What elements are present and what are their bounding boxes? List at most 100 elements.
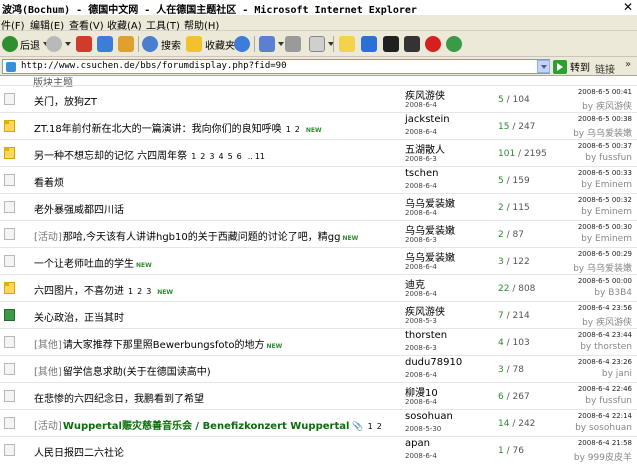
thread-title-link[interactable]: Wuppertal赈灾慈善音乐会 / Benefizkonzert Wupper… bbox=[63, 417, 350, 432]
thread-author[interactable]: apan bbox=[405, 438, 430, 449]
last-post-time[interactable]: 2008-6-5 00:33 bbox=[566, 169, 632, 177]
menu-view[interactable]: 查看(V) bbox=[69, 17, 104, 32]
edit-with-word-button[interactable] bbox=[309, 35, 334, 53]
refresh-button[interactable] bbox=[97, 35, 113, 53]
last-post-time[interactable]: 2008-6-5 00:00 bbox=[566, 277, 632, 285]
last-post-author[interactable]: by fussfun bbox=[546, 153, 632, 163]
forward-button[interactable] bbox=[46, 35, 71, 53]
thread-author[interactable]: 疾风游侠 bbox=[405, 87, 445, 102]
page-link[interactable]: 1 bbox=[191, 152, 196, 161]
thread-category[interactable]: [活动] bbox=[34, 417, 62, 432]
qq-button[interactable] bbox=[361, 35, 377, 53]
search-button[interactable]: 搜索 bbox=[142, 35, 181, 53]
thread-category[interactable]: [其他] bbox=[34, 363, 62, 378]
thread-title-link[interactable]: 那哈,今天该有人讲讲hgb10的关于西藏问题的讨论了吧，精gg bbox=[63, 228, 341, 243]
last-post-author[interactable]: by thorsten bbox=[546, 342, 632, 352]
go-button[interactable]: 转到 bbox=[553, 59, 590, 74]
last-post-time[interactable]: 2008-6-5 00:29 bbox=[566, 250, 632, 258]
thread-title-link[interactable]: 六四图片，不喜勿进 bbox=[34, 282, 124, 297]
thread-author[interactable]: 乌乌爱装嫩 bbox=[405, 195, 455, 210]
home-button[interactable] bbox=[118, 35, 134, 53]
thread-author[interactable]: thorsten bbox=[405, 330, 447, 341]
menu-edit[interactable]: 编辑(E) bbox=[30, 17, 64, 32]
menu-file[interactable]: 件(F) bbox=[1, 17, 25, 32]
favorites-button[interactable]: 收藏夹 bbox=[186, 35, 235, 53]
address-dropdown-button[interactable] bbox=[537, 60, 550, 73]
last-post-time[interactable]: 2008-6-5 00:41 bbox=[566, 88, 632, 96]
last-post-author[interactable]: by 疾风游侠 bbox=[546, 99, 632, 112]
last-post-author[interactable]: by Eminem bbox=[546, 207, 632, 217]
last-post-author[interactable]: by jani bbox=[546, 369, 632, 379]
menu-favorites[interactable]: 收藏(A) bbox=[107, 17, 142, 32]
thread-title-link[interactable]: 留学信息求助(关于在德国读高中) bbox=[63, 363, 211, 378]
edit-tool-button[interactable] bbox=[404, 35, 420, 53]
address-input[interactable]: http://www.csuchen.de/bbs/forumdisplay.p… bbox=[2, 59, 550, 74]
thread-title-link[interactable]: 在悲惨的六四纪念日，我鹏看到了希望 bbox=[34, 390, 204, 405]
menu-tools[interactable]: 工具(T) bbox=[146, 17, 180, 32]
links-label[interactable]: 链接 bbox=[595, 61, 615, 76]
menu-help[interactable]: 帮助(H) bbox=[184, 17, 219, 32]
page-link[interactable]: 2 bbox=[137, 287, 142, 296]
k-tool-button[interactable] bbox=[383, 35, 399, 53]
thread-author[interactable]: dudu78910 bbox=[405, 357, 462, 368]
page-link[interactable]: 2 bbox=[295, 125, 300, 134]
last-post-author[interactable]: by Eminem bbox=[546, 180, 632, 190]
thread-title-link[interactable]: 关门，放狗ZT bbox=[34, 93, 97, 108]
thread-title-link[interactable]: 老外暴强威都四川话 bbox=[34, 201, 124, 216]
thread-title-link[interactable]: 请大家推荐下那里照Bewerbungsfoto的地方 bbox=[63, 336, 265, 351]
last-post-author[interactable]: by B3B4 bbox=[546, 288, 632, 298]
thread-author[interactable]: 柳漫10 bbox=[405, 384, 438, 399]
links-more-button[interactable]: » bbox=[625, 59, 631, 70]
thread-author[interactable]: sosohuan bbox=[405, 411, 453, 422]
last-post-author[interactable]: by 疾风游侠 bbox=[546, 315, 632, 328]
page-link[interactable]: 6 bbox=[237, 152, 242, 161]
last-post-time[interactable]: 2008-6-5 00:32 bbox=[566, 196, 632, 204]
thread-title-link[interactable]: 一个让老师吐血的学生 bbox=[34, 255, 134, 270]
mail-button[interactable] bbox=[259, 35, 284, 53]
close-window-button[interactable]: ✕ bbox=[623, 0, 633, 14]
thread-title-link[interactable]: 关心政治，正当其时 bbox=[34, 309, 124, 324]
page-link[interactable]: 2 bbox=[200, 152, 205, 161]
page-link[interactable]: 1 bbox=[128, 287, 133, 296]
stop-button[interactable] bbox=[76, 35, 92, 53]
thread-author[interactable]: jackstein bbox=[405, 114, 450, 125]
last-post-time[interactable]: 2008-6-4 23:26 bbox=[566, 358, 632, 366]
last-post-author[interactable]: by sosohuan bbox=[546, 423, 632, 433]
red-tool-button[interactable] bbox=[425, 35, 441, 53]
last-post-time[interactable]: 2008-6-5 00:38 bbox=[566, 115, 632, 123]
page-link[interactable]: 4 bbox=[218, 152, 223, 161]
last-post-time[interactable]: 2008-6-4 21:58 bbox=[566, 439, 632, 447]
last-post-author[interactable]: by 乌乌爱装嫩 bbox=[546, 126, 632, 139]
back-button[interactable]: 后退 bbox=[2, 35, 49, 53]
thread-author[interactable]: 乌乌爱装嫩 bbox=[405, 222, 455, 237]
page-link[interactable]: 1 bbox=[368, 422, 373, 431]
folder-button[interactable] bbox=[339, 35, 355, 53]
last-page-link[interactable]: 11 bbox=[255, 152, 265, 161]
page-link[interactable]: 3 bbox=[209, 152, 214, 161]
history-button[interactable] bbox=[234, 35, 250, 53]
print-button[interactable] bbox=[285, 35, 301, 53]
last-post-author[interactable]: by 999皮皮羊 bbox=[546, 450, 632, 463]
last-post-time[interactable]: 2008-6-5 00:30 bbox=[566, 223, 632, 231]
last-post-time[interactable]: 2008-6-4 23:44 bbox=[566, 331, 632, 339]
thread-author[interactable]: tschen bbox=[405, 168, 438, 179]
last-post-author[interactable]: by 乌乌爱装嫩 bbox=[546, 261, 632, 274]
last-post-author[interactable]: by Eminem bbox=[546, 234, 632, 244]
thread-title-link[interactable]: 看着烦 bbox=[34, 174, 64, 189]
last-post-time[interactable]: 2008-6-4 22:14 bbox=[566, 412, 632, 420]
page-link[interactable]: 3 bbox=[146, 287, 151, 296]
thread-author[interactable]: 疾风游侠 bbox=[405, 303, 445, 318]
last-post-time[interactable]: 2008-6-4 22:46 bbox=[566, 385, 632, 393]
thread-title-link[interactable]: ZT.18年前付新在北大的一篇演讲：我向你们的良知呼唤 bbox=[34, 120, 282, 135]
thread-author[interactable]: 五湖散人 bbox=[405, 141, 445, 156]
last-post-time[interactable]: 2008-6-4 23:56 bbox=[566, 304, 632, 312]
thread-category[interactable]: [活动] bbox=[34, 228, 62, 243]
thread-author[interactable]: 迪克 bbox=[405, 276, 425, 291]
last-post-time[interactable]: 2008-6-5 00:37 bbox=[566, 142, 632, 150]
thread-category[interactable]: [其他] bbox=[34, 336, 62, 351]
thread-title-link[interactable]: 另一种不想忘却的记忆 六四周年祭 bbox=[34, 147, 187, 162]
page-link[interactable]: 2 bbox=[377, 422, 382, 431]
messenger-button[interactable] bbox=[446, 35, 462, 53]
thread-title-link[interactable]: 人民日报四二六社论 bbox=[34, 444, 124, 459]
page-link[interactable]: 1 bbox=[286, 125, 291, 134]
